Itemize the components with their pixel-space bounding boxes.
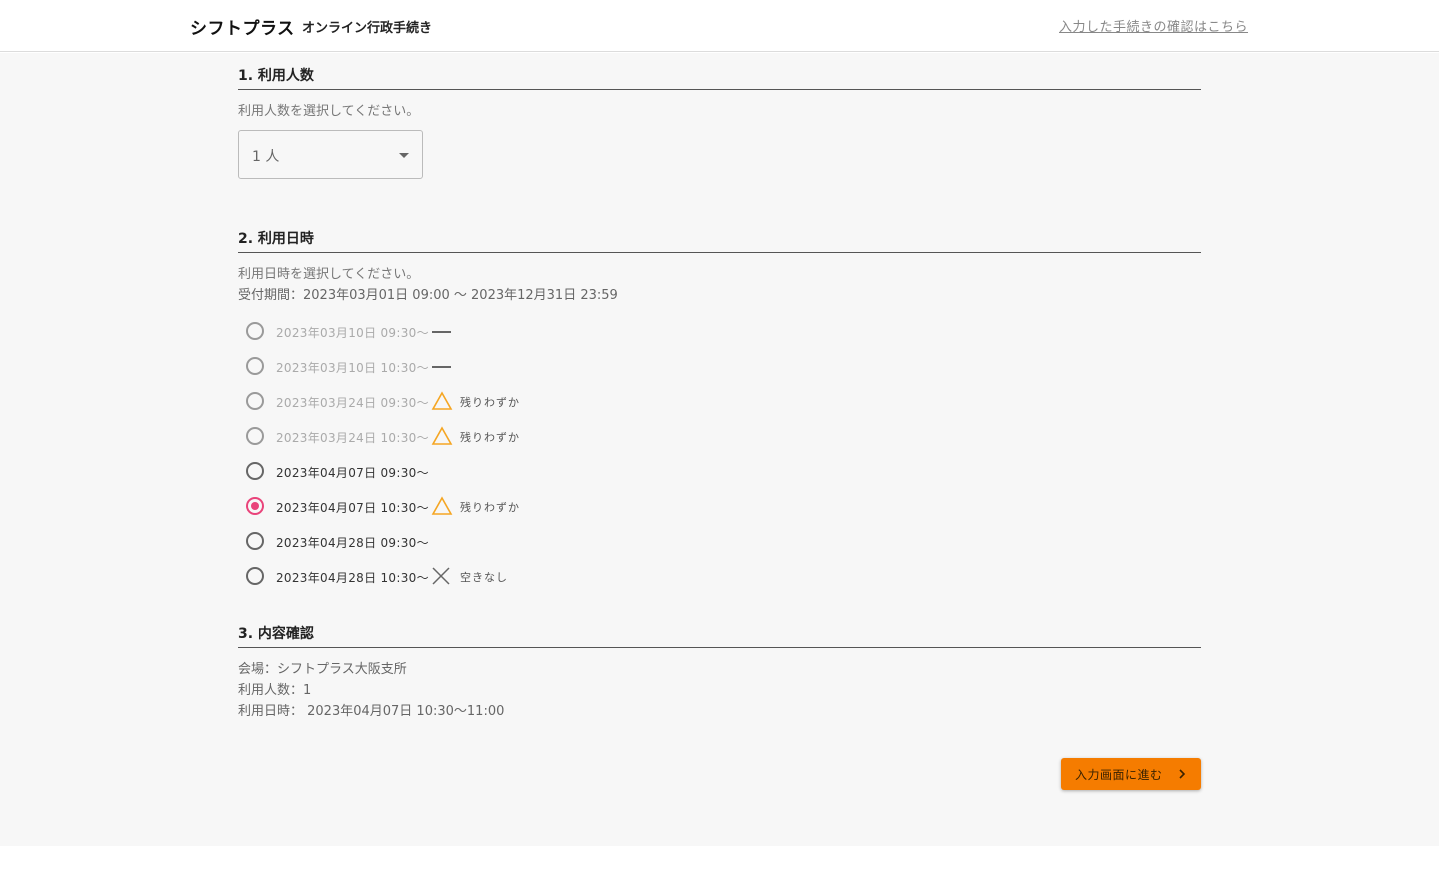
time-slot-label: 2023年03月24日 09:30〜 bbox=[276, 396, 429, 410]
section-datetime-title: 2. 利用日時 bbox=[238, 228, 1201, 253]
time-slot-radio bbox=[246, 322, 264, 340]
page-footer bbox=[0, 846, 1439, 891]
time-slot-row[interactable]: 2023年04月07日 10:30〜 残りわずか bbox=[246, 496, 566, 516]
time-slot-label: 2023年03月24日 10:30〜 bbox=[276, 431, 429, 445]
time-slot-radio bbox=[246, 392, 264, 410]
brand-subtitle: オンライン行政手続き bbox=[302, 21, 433, 36]
people-count-value: 1 人 bbox=[252, 149, 280, 165]
section-datetime-description: 利用日時を選択してください。 bbox=[238, 267, 420, 282]
main-content: 1. 利用人数 利用人数を選択してください。 1 人 2. 利用日時 利用日時を… bbox=[0, 53, 1439, 846]
section-people-title: 1. 利用人数 bbox=[238, 65, 1201, 90]
warning-triangle-icon bbox=[431, 496, 453, 515]
site-header: シフトプラス オンライン行政手続き 入力した手続きの確認はこちら bbox=[0, 0, 1439, 52]
time-slot-row: 2023年03月24日 10:30〜 残りわずか bbox=[246, 426, 566, 446]
chevron-right-icon bbox=[1179, 769, 1186, 779]
time-slot-label: 2023年04月07日 09:30〜 bbox=[276, 466, 429, 480]
brand-logo[interactable]: シフトプラス bbox=[190, 14, 295, 39]
dash-icon bbox=[432, 366, 451, 368]
time-slot-row[interactable]: 2023年04月07日 09:30〜 bbox=[246, 461, 566, 481]
reception-period: 受付期間：2023年03月01日 09:00 〜 2023年12月31日 23:… bbox=[238, 288, 618, 303]
time-slot-row: 2023年03月24日 09:30〜 残りわずか bbox=[246, 391, 566, 411]
proceed-button-label: 入力画面に進む bbox=[1075, 768, 1163, 782]
time-slot-radio[interactable] bbox=[246, 462, 264, 480]
time-slot-row[interactable]: 2023年04月28日 09:30〜 bbox=[246, 531, 566, 551]
time-slot-row: 2023年03月10日 09:30〜 bbox=[246, 321, 566, 341]
availability-label: 残りわずか bbox=[460, 501, 520, 514]
confirm-venue: 会場：シフトプラス大阪支所 bbox=[238, 662, 407, 677]
cross-icon bbox=[432, 567, 450, 585]
warning-triangle-icon bbox=[431, 426, 453, 445]
time-slot-label: 2023年04月28日 10:30〜 bbox=[276, 571, 429, 585]
time-slot-radio bbox=[246, 427, 264, 445]
time-slot-label: 2023年03月10日 09:30〜 bbox=[276, 326, 429, 340]
time-slot-radio[interactable] bbox=[246, 497, 264, 515]
caret-down-icon bbox=[399, 153, 409, 158]
time-slot-radio bbox=[246, 357, 264, 375]
confirm-procedure-link[interactable]: 入力した手続きの確認はこちら bbox=[1059, 16, 1248, 35]
availability-label: 空きなし bbox=[460, 571, 508, 584]
availability-label: 残りわずか bbox=[460, 431, 520, 444]
time-slot-label: 2023年04月28日 09:30〜 bbox=[276, 536, 429, 550]
section-confirm-title: 3. 内容確認 bbox=[238, 623, 1201, 648]
time-slot-row: 2023年03月10日 10:30〜 bbox=[246, 356, 566, 376]
confirm-datetime: 利用日時： 2023年04月07日 10:30〜11:00 bbox=[238, 704, 505, 719]
time-slot-radio[interactable] bbox=[246, 532, 264, 550]
time-slot-row[interactable]: 2023年04月28日 10:30〜 空きなし bbox=[246, 566, 566, 586]
time-slot-label: 2023年03月10日 10:30〜 bbox=[276, 361, 429, 375]
availability-label: 残りわずか bbox=[460, 396, 520, 409]
people-count-select[interactable]: 1 人 bbox=[238, 130, 423, 179]
warning-triangle-icon bbox=[431, 391, 453, 410]
section-people-description: 利用人数を選択してください。 bbox=[238, 104, 420, 119]
time-slot-label: 2023年04月07日 10:30〜 bbox=[276, 501, 429, 515]
proceed-to-input-button[interactable]: 入力画面に進む bbox=[1061, 758, 1201, 790]
dash-icon bbox=[432, 331, 451, 333]
confirm-people: 利用人数：1 bbox=[238, 683, 312, 698]
time-slot-radio[interactable] bbox=[246, 567, 264, 585]
